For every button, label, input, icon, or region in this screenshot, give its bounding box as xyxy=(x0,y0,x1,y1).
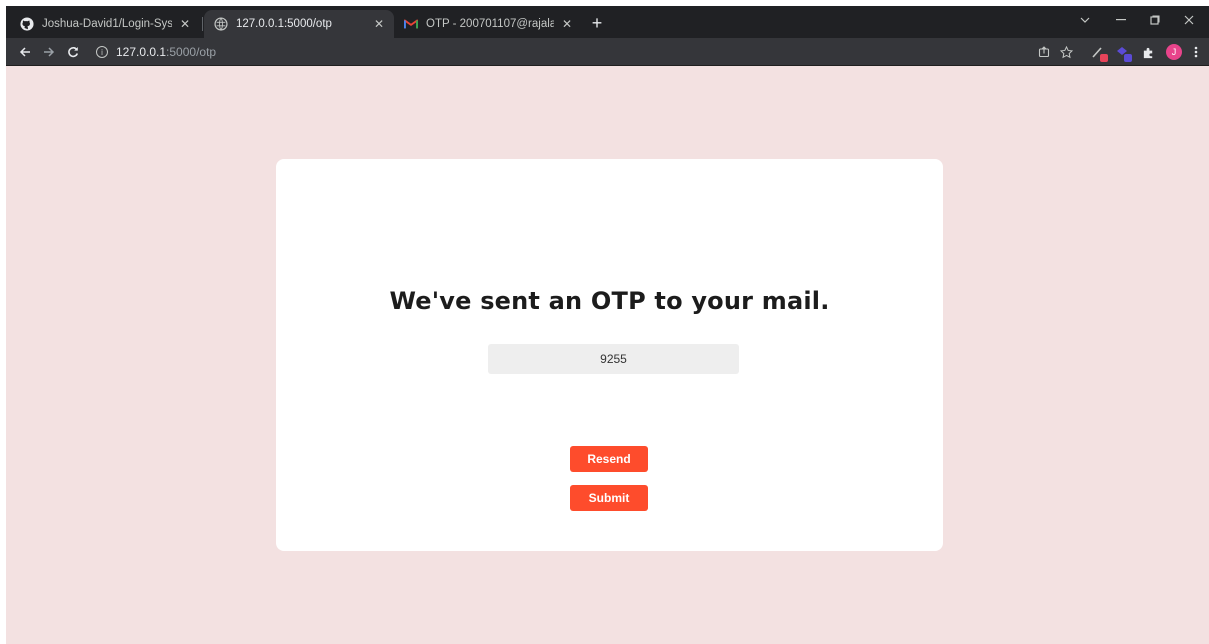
url-host: 127.0.0.1 xyxy=(116,45,167,59)
tab-strip: Joshua-David1/Login-System ✕ 127.0.0.1:5… xyxy=(6,6,1209,38)
extension-badge xyxy=(1124,54,1132,62)
tab-gmail[interactable]: OTP - 200701107@rajalakshmi.ec ✕ xyxy=(394,10,582,38)
restore-icon[interactable] xyxy=(1138,6,1172,34)
menu-dots-icon[interactable] xyxy=(1186,42,1206,62)
otp-input[interactable] xyxy=(488,344,739,374)
extensions-puzzle-icon[interactable] xyxy=(1138,42,1158,62)
tab-search-icon[interactable] xyxy=(1068,6,1102,34)
page-heading: We've sent an OTP to your mail. xyxy=(389,287,830,315)
minimize-icon[interactable] xyxy=(1104,6,1138,34)
gmail-icon xyxy=(404,17,418,31)
back-arrow-icon[interactable] xyxy=(14,41,36,63)
globe-icon xyxy=(214,17,228,31)
tab-close-icon[interactable]: ✕ xyxy=(374,17,384,31)
url-path: :5000/otp xyxy=(166,45,217,59)
forward-arrow-icon[interactable] xyxy=(38,41,60,63)
browser-toolbar: i 127.0.0.1:5000/otp J xyxy=(6,38,1209,66)
reload-icon[interactable] xyxy=(62,41,84,63)
tab-title: 127.0.0.1:5000/otp xyxy=(236,18,332,30)
github-icon xyxy=(20,17,34,31)
submit-button[interactable]: Submit xyxy=(570,485,648,511)
extension-pen-icon[interactable] xyxy=(1088,42,1108,62)
page-viewport: We've sent an OTP to your mail. Resend S… xyxy=(6,66,1209,644)
tab-github[interactable]: Joshua-David1/Login-System ✕ xyxy=(10,10,200,38)
browser-window: Joshua-David1/Login-System ✕ 127.0.0.1:5… xyxy=(6,6,1209,644)
resend-button[interactable]: Resend xyxy=(570,446,648,472)
tab-divider xyxy=(202,17,203,31)
share-icon[interactable] xyxy=(1034,42,1054,62)
tab-title: OTP - 200701107@rajalakshmi.ec xyxy=(426,18,554,30)
address-bar[interactable]: i 127.0.0.1:5000/otp xyxy=(90,41,1030,63)
extension-badge xyxy=(1100,54,1108,62)
tab-close-icon[interactable]: ✕ xyxy=(180,17,190,31)
new-tab-button[interactable]: + xyxy=(586,12,608,34)
site-info-icon[interactable]: i xyxy=(96,46,108,58)
tab-close-icon[interactable]: ✕ xyxy=(562,17,572,31)
tab-title: Joshua-David1/Login-System xyxy=(42,18,172,30)
profile-avatar[interactable]: J xyxy=(1166,44,1182,60)
bookmark-star-icon[interactable] xyxy=(1056,42,1076,62)
extension-shape-icon[interactable] xyxy=(1112,42,1132,62)
close-window-icon[interactable] xyxy=(1172,6,1206,34)
otp-card: We've sent an OTP to your mail. Resend S… xyxy=(276,159,943,551)
tab-otp[interactable]: 127.0.0.1:5000/otp ✕ xyxy=(204,10,394,38)
